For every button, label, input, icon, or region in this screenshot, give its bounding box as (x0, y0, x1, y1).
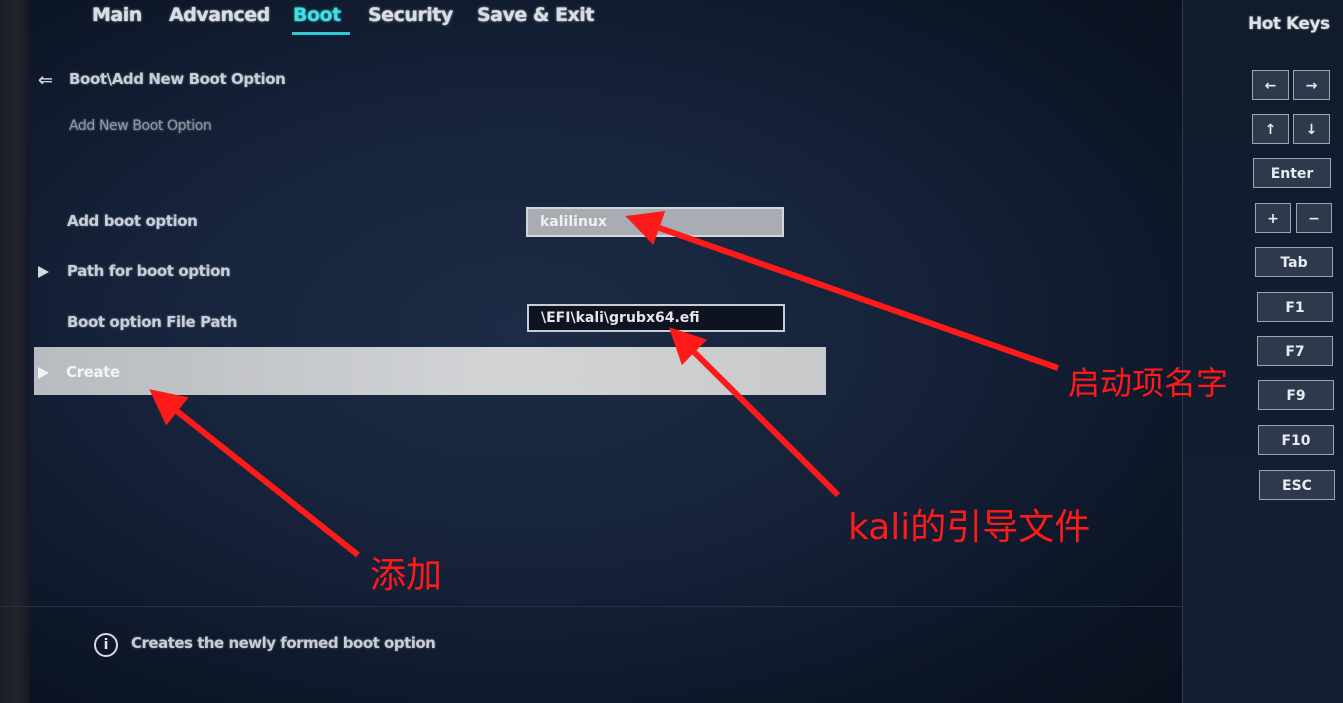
boot-option-name-field[interactable]: kalilinux (526, 207, 784, 237)
f10-key[interactable]: F10 (1258, 425, 1334, 455)
submenu-arrow-icon (38, 266, 49, 278)
create-button[interactable]: Create (66, 363, 120, 381)
info-icon: i (94, 633, 118, 657)
section-title: Add New Boot Option (69, 118, 212, 134)
help-divider (0, 606, 1182, 607)
monitor-bezel (0, 0, 30, 703)
help-text: Creates the newly formed boot option (131, 634, 436, 652)
create-arrow-icon (38, 367, 49, 379)
path-for-boot-option-item[interactable]: Path for boot option (67, 262, 231, 280)
back-arrow-icon[interactable]: ⇐ (38, 70, 53, 91)
hotkeys-title: Hot Keys (1248, 14, 1330, 34)
arrow-to-create (149, 389, 360, 558)
f9-key[interactable]: F9 (1258, 380, 1334, 410)
tab-boot[interactable]: Boot (293, 0, 341, 32)
bios-screen: Main Advanced Boot Security Save & Exit … (0, 0, 1343, 703)
f7-key[interactable]: F7 (1257, 336, 1333, 366)
create-row-highlight[interactable] (34, 347, 826, 395)
esc-key[interactable]: ESC (1259, 470, 1335, 500)
enter-key[interactable]: Enter (1253, 158, 1331, 188)
left-arrow-key-icon[interactable]: ← (1252, 70, 1289, 100)
annotation-add: 添加 (370, 555, 443, 596)
annotation-boot-file: kali的引导文件 (848, 507, 1091, 548)
tab-key[interactable]: Tab (1255, 247, 1333, 277)
minus-key-icon[interactable]: − (1296, 203, 1332, 233)
plus-key-icon[interactable]: + (1255, 203, 1291, 233)
tab-save-exit[interactable]: Save & Exit (477, 0, 594, 32)
tab-advanced[interactable]: Advanced (169, 0, 270, 32)
breadcrumb: Boot\Add New Boot Option (69, 70, 286, 88)
f1-key[interactable]: F1 (1257, 292, 1333, 322)
down-arrow-key-icon[interactable]: ↓ (1293, 114, 1330, 144)
tab-security[interactable]: Security (368, 0, 453, 32)
add-boot-option-label: Add boot option (67, 212, 198, 230)
annotation-boot-name: 启动项名字 (1068, 364, 1229, 402)
boot-option-file-path-label: Boot option File Path (67, 313, 238, 331)
active-tab-indicator (292, 32, 350, 35)
right-arrow-key-icon[interactable]: → (1293, 70, 1330, 100)
tab-main[interactable]: Main (92, 0, 142, 32)
up-arrow-key-icon[interactable]: ↑ (1252, 114, 1289, 144)
boot-option-file-path-field[interactable]: \EFI\kali\grubx64.efi (527, 304, 785, 332)
